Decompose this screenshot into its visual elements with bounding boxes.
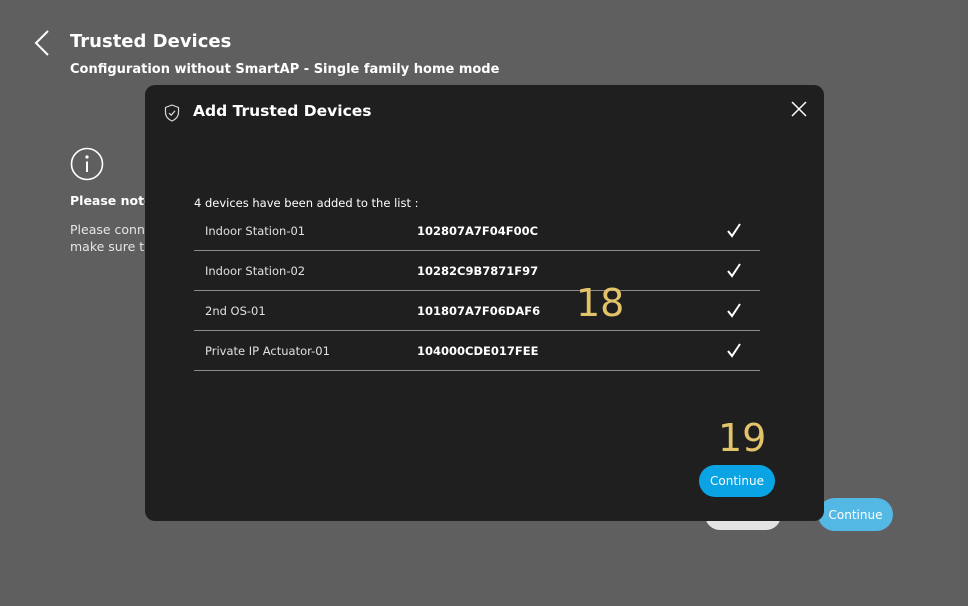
dialog-title: Add Trusted Devices [193, 102, 372, 120]
page-title: Trusted Devices [70, 31, 232, 52]
close-icon[interactable] [790, 100, 808, 118]
device-row: Indoor Station-01 102807A7F04F00C [194, 211, 760, 251]
device-id: 102807A7F04F00C [417, 224, 539, 238]
continue-button[interactable]: Continue [699, 465, 775, 497]
device-row: Indoor Station-02 10282C9B7871F97 [194, 251, 760, 291]
check-icon [727, 343, 741, 358]
chevron-left-icon[interactable] [30, 28, 54, 58]
device-id: 10282C9B7871F97 [417, 264, 539, 278]
note-text: Please conn make sure t [70, 221, 150, 255]
note-line: Please conn [70, 222, 145, 237]
add-trusted-devices-dialog: Add Trusted Devices 4 devices have been … [145, 85, 824, 521]
background-continue-button[interactable]: Continue [818, 498, 893, 531]
note-title: Please note [70, 193, 153, 208]
device-name: Indoor Station-01 [205, 224, 306, 238]
note-line: make sure t [70, 239, 145, 254]
info-icon [70, 147, 104, 181]
device-name: Indoor Station-02 [205, 264, 306, 278]
device-name: Private IP Actuator-01 [205, 344, 330, 358]
device-row: 2nd OS-01 101807A7F06DAF6 [194, 291, 760, 331]
device-id: 101807A7F06DAF6 [417, 304, 541, 318]
check-icon [727, 303, 741, 318]
annotation-marker: 18 [576, 281, 625, 325]
device-row: Private IP Actuator-01 104000CDE017FEE [194, 331, 760, 371]
device-list-caption: 4 devices have been added to the list : [194, 196, 419, 210]
page-subtitle: Configuration without SmartAP - Single f… [70, 62, 500, 77]
check-icon [727, 223, 741, 238]
device-name: 2nd OS-01 [205, 304, 266, 318]
device-id: 104000CDE017FEE [417, 344, 539, 358]
annotation-marker: 19 [718, 416, 767, 460]
device-list: Indoor Station-01 102807A7F04F00C Indoor… [194, 211, 760, 371]
check-icon [727, 263, 741, 278]
shield-check-icon [164, 104, 180, 122]
